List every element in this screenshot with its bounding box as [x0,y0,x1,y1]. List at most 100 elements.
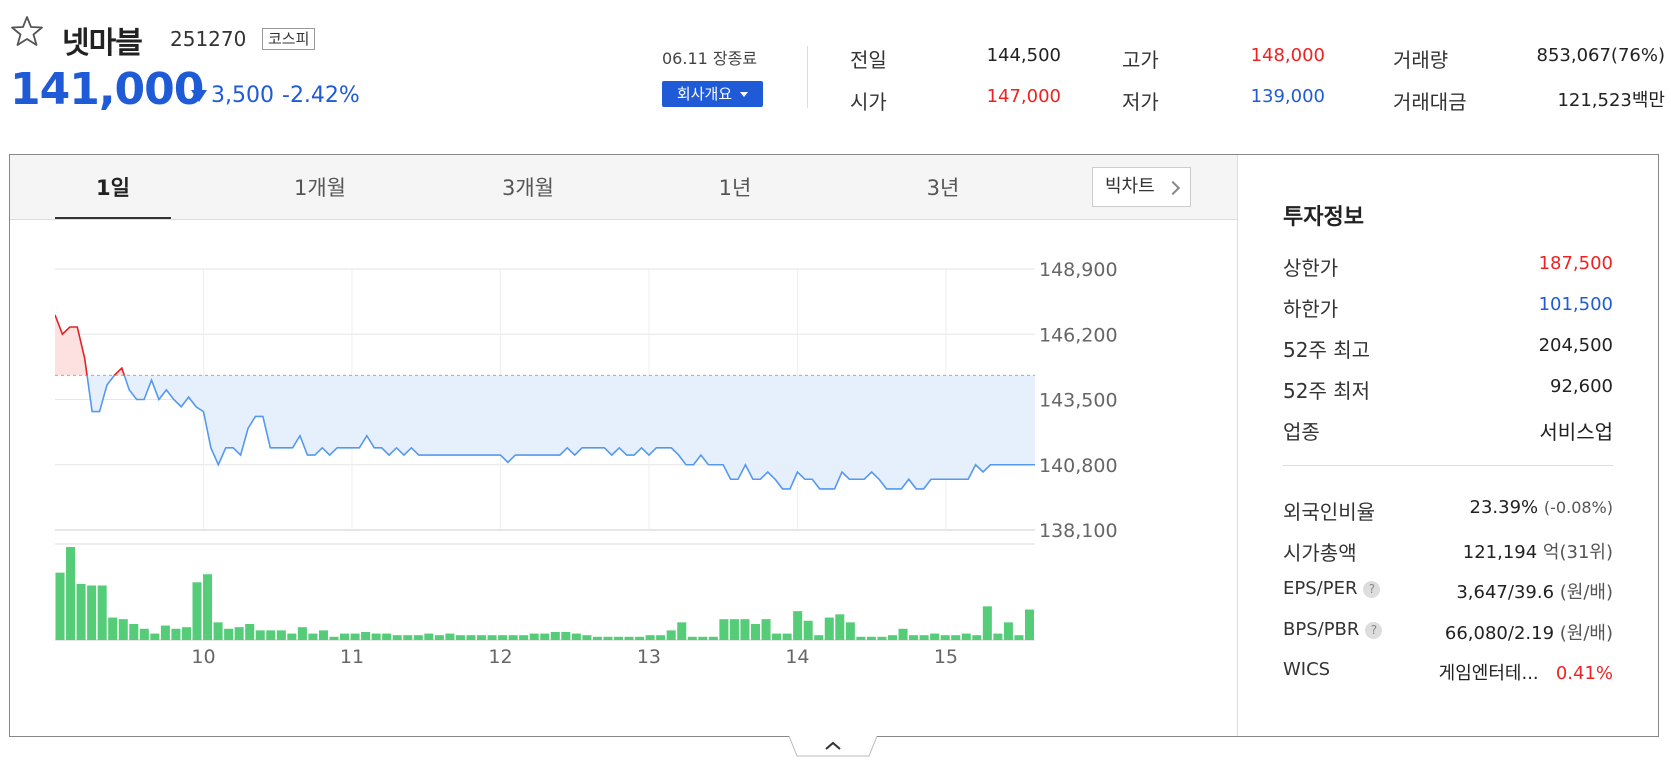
lower-limit-value: 101,500 [1538,294,1613,315]
volume-label: 거래량 [1393,48,1449,72]
52week-low-value: 92,600 [1550,376,1613,397]
sector-value: 서비스업 [1539,420,1613,444]
panel-divider [1237,155,1238,736]
volume-bar [192,582,202,640]
market-cap-value: 121,194 억(31위) [1462,542,1613,563]
volume-bar [392,635,402,640]
volume-bar [1003,622,1013,640]
x-tick-label: 12 [488,646,512,668]
wics-sector-link[interactable]: 게임엔터테... [1439,663,1539,684]
volume-bar [972,635,982,640]
market-cap-unit: 억(31위) [1542,542,1613,563]
volume-bar [993,633,1003,640]
help-icon[interactable]: ? [1365,621,1383,639]
volume-bar [318,630,328,640]
upper-limit-value: 187,500 [1538,253,1613,274]
volume-bar [761,619,771,640]
lower-limit-label: 하한가 [1283,297,1339,321]
52week-low-label: 52주 최저 [1283,379,1371,403]
trade-amount-value: 121,523백만 [1557,90,1665,111]
volume-bar [529,633,539,640]
volume-bar [729,619,739,640]
wics-label: WICS [1283,659,1331,680]
volume-bar [477,635,487,640]
volume-bar [772,633,782,640]
volume-bar [677,622,687,640]
volume-bar [139,628,149,640]
volume-bar [118,619,128,640]
volume-bar [308,633,318,640]
volume-bar [508,635,518,640]
volume-bar [951,635,961,640]
info-divider [1283,465,1613,466]
volume-bar [740,619,750,640]
volume-bar [424,633,434,640]
volume-bar [856,636,866,640]
volume-bar [814,635,824,640]
volume-value: 853,067(76%) [1536,45,1666,66]
collapse-handle[interactable] [789,736,877,758]
volume-bar [603,636,613,640]
volume-bar [266,630,276,640]
volume-bar [181,627,191,640]
volume-bar [340,633,350,640]
volume-bar [234,627,244,640]
volume-bar [403,635,413,640]
volume-bar [108,617,118,640]
volume-bar [224,628,234,640]
volume-bar [445,633,455,640]
volume-bar [592,636,602,640]
volume-bar [329,636,339,640]
volume-bar [982,606,992,640]
volume-bar [413,635,423,640]
x-tick-label: 14 [785,646,809,668]
volume-bar [87,585,97,640]
volume-bar [550,631,560,640]
volume-bar [129,623,139,640]
volume-bar [382,633,392,640]
volume-bar [708,636,718,640]
help-icon[interactable]: ? [1363,580,1381,598]
volume-bar [930,633,940,640]
investment-info-title: 투자정보 [1283,205,1364,230]
eps-per-unit: (원/배) [1559,582,1613,603]
price-chart[interactable]: 148,900 146,200 143,500 140,800 138,100 10 11 1… [0,0,1237,736]
volume-bar [793,611,803,640]
upper-limit-label: 상한가 [1283,256,1339,280]
foreign-ratio-value: 23.39% (-0.08%) [1469,497,1613,518]
volume-bar [919,635,929,640]
volume-bar [171,628,181,640]
volume-bar [687,636,697,640]
volume-bar [887,635,898,640]
volume-bar [898,628,908,640]
bps-pbr-label: BPS/PBR? [1283,619,1383,640]
volume-bar [55,572,65,640]
volume-bar [824,617,834,640]
volume-bar [350,633,360,640]
volume-bar [519,635,529,640]
y-tick-label: 140,800 [1039,455,1118,477]
wics-change: 0.41% [1555,663,1613,684]
volume-bar [803,620,813,640]
foreign-ratio-change: (-0.08%) [1543,498,1613,517]
volume-bar [455,635,465,640]
volume-bar [76,583,86,640]
volume-bar [645,635,655,640]
volume-bar [434,635,444,640]
volume-bar [961,633,971,640]
volume-bar [719,619,729,640]
volume-bar [1024,609,1034,640]
volume-bar [160,625,170,640]
volume-bar [498,635,508,640]
52week-high-label: 52주 최고 [1283,338,1371,362]
volume-bar [866,636,876,640]
eps-per-label: EPS/PER? [1283,578,1381,599]
volume-bar [656,635,666,640]
volume-bar [255,630,265,640]
y-tick-label: 148,900 [1039,259,1118,281]
volume-bar [466,635,476,640]
volume-bar [571,633,581,640]
x-tick-label: 15 [934,646,958,668]
y-tick-label: 146,200 [1039,324,1118,346]
foreign-ratio-label: 외국인비율 [1283,500,1375,524]
